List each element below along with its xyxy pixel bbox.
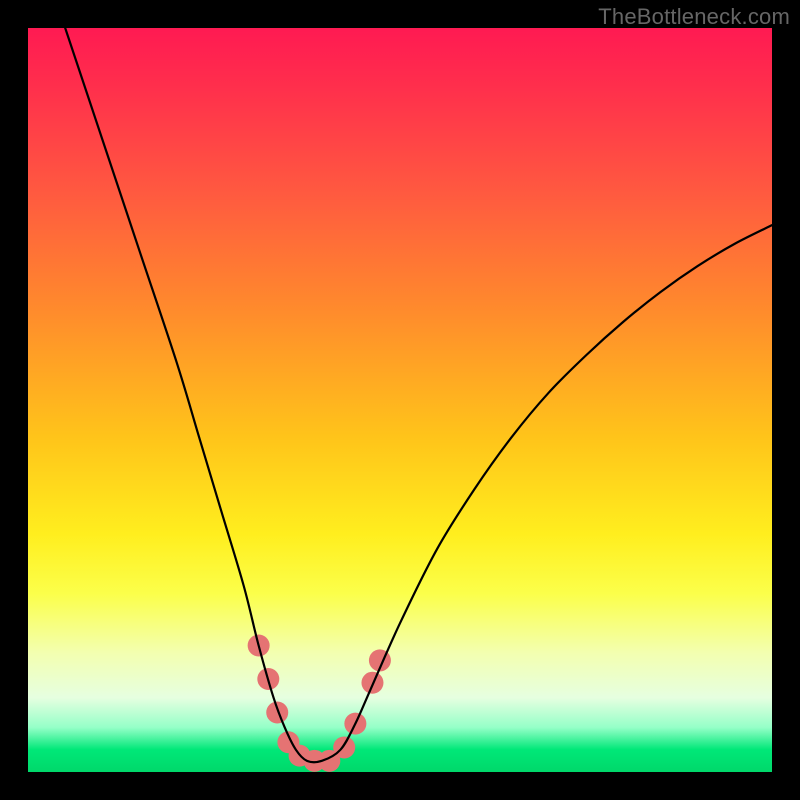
watermark-text: TheBottleneck.com [598, 4, 790, 30]
chart-frame: TheBottleneck.com [0, 0, 800, 800]
plot-area [28, 28, 772, 772]
highlight-markers-group [248, 635, 391, 772]
chart-svg [28, 28, 772, 772]
bottleneck-curve-line [65, 28, 772, 762]
highlight-marker [266, 701, 288, 723]
highlight-marker [333, 736, 355, 758]
